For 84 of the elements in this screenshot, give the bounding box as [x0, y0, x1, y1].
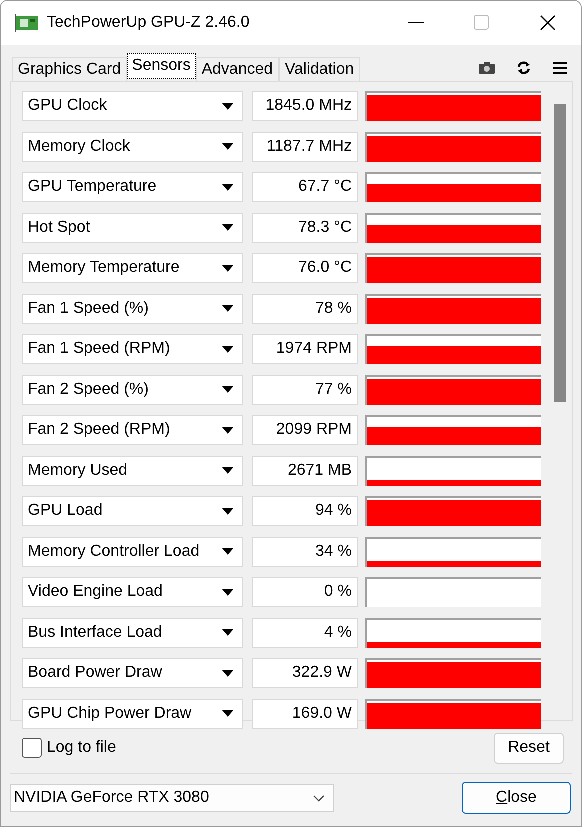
close-icon [540, 15, 556, 31]
tab[interactable]: Validation [279, 57, 360, 81]
reset-button[interactable]: Reset [494, 732, 564, 764]
sensor-value: 78.3 °C [252, 212, 358, 242]
sensor-dropdown[interactable]: Memory Controller Load [22, 536, 243, 566]
sensor-name: Memory Clock [28, 136, 130, 156]
sensor-value: 169.0 W [252, 698, 358, 728]
dropdown-arrow-icon [222, 670, 234, 676]
sensor-value: 77 % [252, 374, 358, 404]
log-checkbox[interactable] [22, 738, 42, 758]
sensor-dropdown[interactable]: Fan 1 Speed (RPM) [22, 334, 243, 364]
dropdown-arrow-icon [222, 629, 234, 636]
sensor-dropdown[interactable]: Memory Used [22, 456, 243, 486]
menu-icon[interactable] [553, 62, 567, 74]
sensor-name: Memory Used [28, 460, 128, 480]
dropdown-arrow-icon [222, 508, 234, 514]
sensor-value: 76.0 °C [252, 253, 358, 283]
sensor-name: Video Engine Load [28, 582, 163, 602]
sensor-dropdown[interactable]: Bus Interface Load [22, 618, 243, 648]
sensor-dropdown[interactable]: Hot Spot [22, 212, 243, 242]
dropdown-arrow-icon [222, 184, 234, 190]
sensor-value: 1187.7 MHz [252, 132, 358, 162]
dropdown-arrow-icon [222, 426, 234, 434]
chevron-down-icon [313, 794, 325, 802]
sensor-dropdown[interactable]: Memory Temperature [22, 253, 243, 283]
sensor-dropdown[interactable]: GPU Temperature [22, 172, 243, 202]
sensor-name: Memory Temperature [28, 258, 180, 278]
dropdown-arrow-icon [222, 548, 234, 555]
sensor-name: Bus Interface Load [28, 622, 162, 642]
maximize-icon [474, 15, 490, 31]
sensor-value: 1845.0 MHz [252, 91, 358, 121]
gpu-select[interactable]: NVIDIA GeForce RTX 3080 [10, 784, 334, 812]
sensor-name: Hot Spot [28, 218, 90, 238]
sensor-dropdown[interactable]: GPU Chip Power Draw [22, 698, 243, 728]
dropdown-arrow-icon [222, 346, 234, 352]
sensor-value: 78 % [252, 294, 358, 324]
sensor-value: 1974 RPM [252, 334, 358, 364]
sensor-name: Board Power Draw [28, 663, 162, 683]
sensor-value: 2099 RPM [252, 415, 358, 445]
sensor-dropdown[interactable]: Fan 2 Speed (RPM) [22, 415, 243, 445]
sensor-value: 94 % [252, 496, 358, 526]
sensor-name: Fan 2 Speed (RPM) [28, 420, 170, 440]
sensor-value: 0 % [252, 577, 358, 607]
dropdown-arrow-icon [222, 588, 234, 596]
dropdown-arrow-icon [222, 224, 234, 231]
dropdown-arrow-icon [222, 467, 234, 474]
sensor-value: 67.7 °C [252, 172, 358, 202]
sensor-dropdown[interactable]: GPU Load [22, 496, 243, 526]
sensor-value: 34 % [252, 536, 358, 566]
tab[interactable]: Advanced [196, 57, 280, 81]
sensor-name: GPU Chip Power Draw [28, 704, 192, 724]
sensor-dropdown[interactable]: Fan 1 Speed (%) [22, 294, 243, 324]
close-button[interactable]: Close [462, 782, 571, 814]
refresh-icon[interactable] [517, 61, 531, 75]
sensor-name: Fan 1 Speed (RPM) [28, 339, 170, 359]
sensor-dropdown[interactable]: Memory Clock [22, 132, 243, 162]
sensor-name: Fan 2 Speed (%) [28, 380, 149, 400]
sensor-name: GPU Temperature [28, 177, 157, 197]
tab[interactable]: Graphics Card [12, 57, 128, 81]
sensor-value: 322.9 W [252, 658, 358, 688]
sensor-dropdown[interactable]: GPU Clock [22, 91, 243, 121]
camera-icon[interactable] [479, 62, 495, 74]
sensor-dropdown[interactable]: Video Engine Load [22, 577, 243, 607]
window-title: TechPowerUp GPU-Z 2.46.0 [47, 13, 250, 33]
graphics-card-icon [15, 14, 39, 32]
sensor-value: 4 % [252, 618, 358, 648]
sensor-name: Fan 1 Speed (%) [28, 298, 149, 318]
dropdown-arrow-icon [222, 710, 234, 717]
sensor-dropdown[interactable]: Board Power Draw [22, 658, 243, 688]
tab[interactable]: Sensors [127, 53, 196, 79]
gpu-name: NVIDIA GeForce RTX 3080 [14, 788, 210, 808]
scrollbar[interactable] [554, 104, 566, 402]
dropdown-arrow-icon [222, 102, 234, 110]
sensor-name: GPU Load [28, 501, 103, 521]
sensor-name: GPU Clock [28, 96, 108, 116]
dropdown-arrow-icon [222, 264, 234, 272]
sensor-name: Memory Controller Load [28, 542, 200, 562]
dropdown-arrow-icon [222, 305, 234, 312]
dropdown-arrow-icon [222, 386, 234, 393]
dropdown-arrow-icon [222, 143, 234, 150]
minimize-icon [408, 22, 424, 24]
checkbox-label: Log to file [47, 738, 116, 758]
sensor-dropdown[interactable]: Fan 2 Speed (%) [22, 374, 243, 404]
sensor-value: 2671 MB [252, 456, 358, 486]
